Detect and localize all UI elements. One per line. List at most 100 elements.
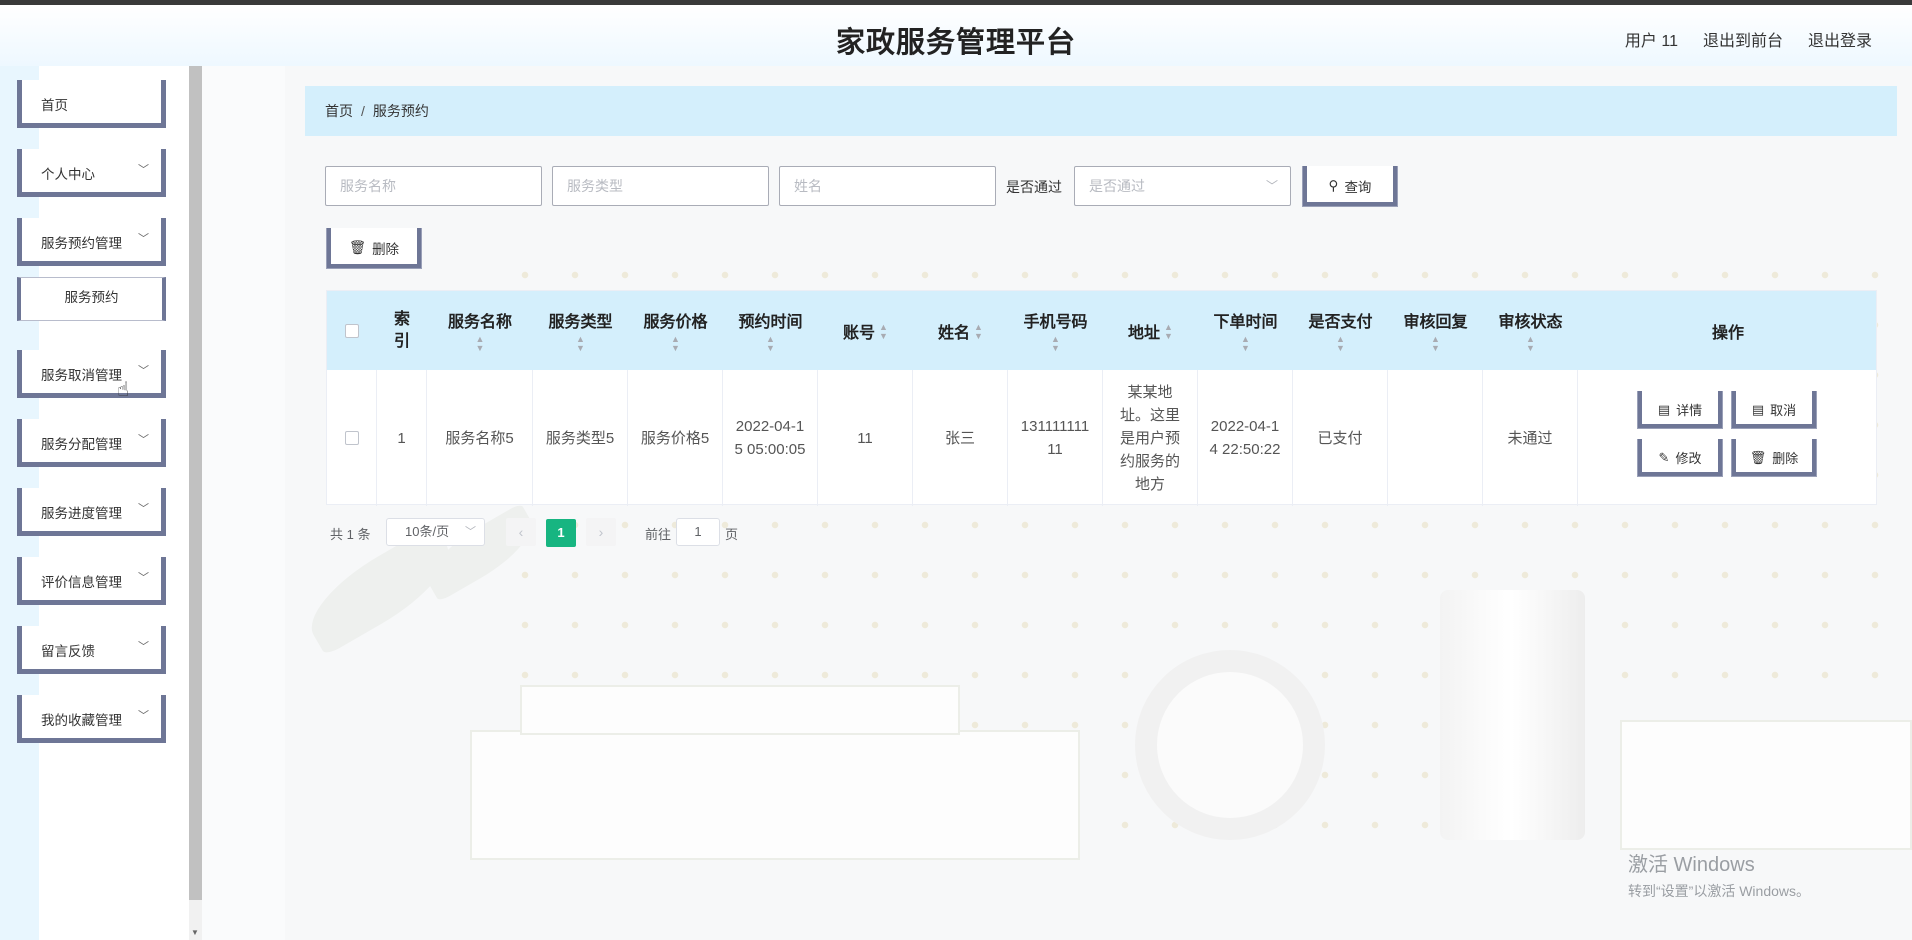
edit-button[interactable]: ✎ 修改 — [1637, 439, 1723, 477]
sidebar-subitem-booking[interactable]: 服务预约 — [17, 277, 166, 321]
breadcrumb-current: 服务预约 — [372, 103, 429, 119]
header-label: 审核回复 — [1403, 314, 1468, 331]
sort-icon[interactable]: ▲ ▼ — [476, 335, 485, 353]
cell-service-price: 服务价格5 — [628, 370, 723, 506]
header-label: 操作 — [1711, 324, 1744, 342]
sidebar-scrollbar[interactable]: ▼ — [189, 66, 202, 940]
sidebar-item-assignment-management[interactable]: 服务分配管理 ﹀ — [17, 419, 166, 467]
sort-icon[interactable]: ▲ ▼ — [1241, 335, 1250, 353]
sort-icon[interactable]: ▲ ▼ — [1431, 335, 1440, 353]
service-name-input[interactable]: 服务名称 — [325, 166, 542, 206]
cell-order-time: 2022-04-14 22:50:22 — [1198, 370, 1293, 506]
query-button[interactable]: ⚲ 查询 — [1302, 166, 1398, 207]
header-service-name[interactable]: 服务名称 ▲ ▼ — [427, 291, 533, 370]
chevron-up-icon: ﹀ — [138, 233, 149, 245]
cell-service-name: 服务名称5 — [427, 370, 533, 506]
pagination-total: 共 1 条 — [330, 527, 371, 542]
background-ring-decoration — [1135, 650, 1325, 840]
user-link[interactable]: 用户 11 — [1625, 27, 1678, 51]
next-page-button[interactable]: › — [586, 518, 616, 546]
exit-to-front-link[interactable]: 退出到前台 — [1703, 27, 1783, 51]
sort-icon[interactable]: ▲ ▼ — [974, 323, 983, 341]
breadcrumb-home[interactable]: 首页 — [325, 103, 353, 119]
sort-icon[interactable]: ▲ ▼ — [671, 335, 680, 353]
header-name[interactable]: 姓名 ▲ ▼ — [913, 291, 1008, 370]
detail-button-label: 详情 — [1676, 403, 1703, 418]
sidebar-item-review-management[interactable]: 评价信息管理 ﹀ — [17, 557, 166, 605]
chevron-down-icon: ﹀ — [138, 710, 149, 722]
sort-icon[interactable]: ▲ ▼ — [879, 323, 888, 341]
chevron-down-icon: ﹀ — [138, 434, 149, 446]
page-number-1[interactable]: 1 — [546, 519, 576, 547]
sidebar-item-cancel-management[interactable]: 服务取消管理 ﹀ — [17, 350, 166, 398]
prev-page-button[interactable]: ‹ — [506, 518, 536, 546]
header-label: 审核状态 — [1498, 314, 1563, 331]
page-size-select[interactable]: 10条/页 ﹀ — [386, 518, 485, 546]
sort-icon[interactable]: ▲ ▼ — [576, 335, 585, 353]
chevron-down-icon: ﹀ — [138, 365, 149, 377]
service-type-input[interactable]: 服务类型 — [552, 166, 769, 206]
edit-icon: ✎ — [1658, 449, 1670, 465]
header-service-price[interactable]: 服务价格 ▲ ▼ — [628, 291, 723, 370]
sort-icon[interactable]: ▲ ▼ — [1336, 335, 1345, 353]
sort-icon[interactable]: ▲ ▼ — [766, 335, 775, 353]
goto-page-input[interactable]: 1 — [676, 518, 720, 546]
sidebar-item-progress-management[interactable]: 服务进度管理 ﹀ — [17, 488, 166, 536]
sidebar-item-label: 服务预约管理 — [41, 236, 122, 251]
name-input[interactable]: 姓名 — [779, 166, 996, 206]
detail-button[interactable]: ▤ 详情 — [1637, 391, 1723, 429]
background-block-decoration — [1620, 720, 1912, 850]
watermark-line2: 转到“设置”以激活 Windows。 — [1628, 883, 1811, 899]
sidebar-item-feedback[interactable]: 留言反馈 ﹀ — [17, 626, 166, 674]
sidebar-item-home[interactable]: 首页 — [17, 80, 166, 128]
passed-filter-label: 是否通过 — [1006, 179, 1062, 195]
watermark-line1: 激活 Windows — [1628, 854, 1755, 876]
trash-icon: 🗑 — [1749, 449, 1767, 465]
cancel-button[interactable]: ▤ 取消 — [1731, 391, 1817, 429]
header-phone[interactable]: 手机号码 ▲ ▼ — [1008, 291, 1103, 370]
sidebar-subitem-label: 服务预约 — [64, 290, 119, 305]
trash-icon: 🗑 — [348, 240, 367, 255]
select-all-checkbox[interactable] — [345, 323, 359, 338]
header-account[interactable]: 账号 ▲ ▼ — [818, 291, 913, 370]
scroll-down-icon[interactable]: ▼ — [191, 928, 199, 937]
header-label: 账号 — [843, 324, 876, 342]
header-booking-time[interactable]: 预约时间 ▲ ▼ — [723, 291, 818, 370]
cell-address: 某某地址。这里是用户预约服务的地方 — [1103, 370, 1198, 506]
header-label: 地址 — [1128, 324, 1161, 342]
chevron-down-icon: ﹀ — [138, 503, 149, 515]
header-review-reply[interactable]: 审核回复 ▲ ▼ — [1388, 291, 1483, 370]
header-index: 索引 — [377, 291, 427, 370]
booking-table: 索引 服务名称 ▲ ▼ 服务类型 ▲ ▼ 服务价格 ▲ ▼ 预约时间 ▲ ▼ 账号 ▲ ▼… — [326, 290, 1878, 506]
sort-icon[interactable]: ▲ ▼ — [1164, 323, 1173, 341]
cell-service-type: 服务类型5 — [533, 370, 628, 506]
delete-button[interactable]: 🗑 删除 — [1731, 439, 1817, 477]
cell-review-status: 未通过 — [1483, 370, 1578, 506]
header-order-time[interactable]: 下单时间 ▲ ▼ — [1198, 291, 1293, 370]
query-button-label: 查询 — [1344, 180, 1372, 195]
sidebar-item-personal-center[interactable]: 个人中心 ﹀ — [17, 149, 166, 197]
header-address[interactable]: 地址 ▲ ▼ — [1103, 291, 1198, 370]
sort-icon[interactable]: ▲ ▼ — [1526, 335, 1535, 353]
header-review-status[interactable]: 审核状态 ▲ ▼ — [1483, 291, 1578, 370]
cell-review-reply — [1388, 370, 1483, 506]
header-label: 服务名称 — [447, 314, 512, 331]
sidebar-item-booking-management[interactable]: 服务预约管理 ﹀ — [17, 218, 166, 266]
background-block-decoration — [520, 685, 960, 735]
sidebar-item-label: 服务进度管理 — [41, 506, 122, 521]
sidebar-item-label: 服务分配管理 — [41, 437, 122, 452]
passed-select[interactable]: 是否通过 ﹀ — [1074, 166, 1291, 206]
scrollbar-thumb[interactable] — [189, 66, 202, 900]
logout-link[interactable]: 退出登录 — [1808, 27, 1872, 51]
header-service-type[interactable]: 服务类型 ▲ ▼ — [533, 291, 628, 370]
row-checkbox[interactable] — [344, 431, 359, 445]
passed-select-placeholder: 是否通过 — [1089, 178, 1145, 194]
sidebar-item-favorites-management[interactable]: 我的收藏管理 ﹀ — [17, 695, 166, 743]
cell-paid: 已支付 — [1293, 370, 1388, 506]
sort-icon[interactable]: ▲ ▼ — [1051, 335, 1060, 353]
batch-delete-button[interactable]: 🗑 删除 — [326, 228, 422, 269]
cell-actions — [1578, 370, 1878, 506]
breadcrumb: 首页 / 服务预约 — [305, 86, 1897, 136]
header-label: 预约时间 — [738, 314, 803, 331]
header-paid[interactable]: 是否支付 ▲ ▼ — [1293, 291, 1388, 370]
